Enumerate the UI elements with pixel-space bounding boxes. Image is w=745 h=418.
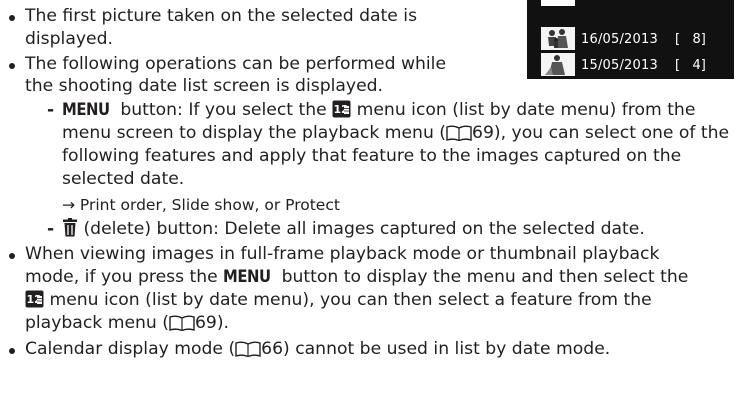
menu-item-line3: following features and apply that featur… [62, 146, 682, 166]
bullet-marker [9, 15, 15, 21]
menu-item-line2: menu screen to display the playback menu… [62, 122, 729, 148]
manual-page: 16/05/2013 [ 8] 15/05/2013 [ 4] The firs… [0, 0, 745, 418]
image-count: [ 8] [675, 32, 706, 47]
date-label: 16/05/2013 [581, 32, 658, 47]
bullet-first-picture-line1: The first picture taken on the selected … [25, 6, 418, 26]
trash-icon [62, 218, 78, 244]
menu-item-line4: selected date. [62, 169, 185, 189]
date-list-panel: 16/05/2013 [ 8] 15/05/2013 [ 4] [527, 0, 734, 79]
dash-marker: - [47, 219, 55, 239]
viewing-line4: playback menu (69). [25, 312, 229, 338]
image-count: [ 4] [675, 58, 706, 73]
book-reference-icon [169, 315, 195, 338]
menu-item-features: → Print order, Slide show, or Protect [62, 196, 340, 214]
person-thumbnail [541, 53, 575, 76]
bullet-operations-line2: the shooting date list screen is display… [25, 76, 384, 96]
date-list-row: 16/05/2013 [ 8] [527, 26, 734, 50]
bullet-marker [9, 63, 15, 69]
date-list-row: 15/05/2013 [ 4] [527, 52, 734, 76]
bullet-operations-line1: The following operations can be performe… [25, 54, 447, 74]
viewing-line1: When viewing images in full-frame playba… [25, 244, 660, 264]
book-reference-icon [235, 341, 261, 364]
dash-marker: - [47, 100, 55, 120]
list-by-date-icon: 12 [25, 290, 44, 315]
menu-button-label: MENU [223, 267, 271, 286]
date-label: 15/05/2013 [581, 58, 658, 73]
delete-item-line: (delete) button: Delete all images captu… [62, 218, 645, 244]
menu-button-label: MENU [62, 100, 110, 119]
viewing-line2: mode, if you press the MENU button to di… [25, 267, 689, 287]
family-thumbnail [541, 27, 575, 50]
viewing-line3: 12 menu icon (list by date menu), you ca… [25, 289, 652, 315]
bullet-marker [9, 348, 15, 354]
menu-item-line1: MENU button: If you select the 12 menu i… [62, 99, 695, 125]
list-by-date-icon: 12 [332, 100, 351, 125]
bullet-first-picture-line2: displayed. [25, 29, 113, 49]
bullet-marker [9, 253, 15, 259]
thumbnail-top-partial [541, 0, 575, 6]
calendar-line: Calendar display mode (66) cannot be use… [25, 338, 610, 364]
